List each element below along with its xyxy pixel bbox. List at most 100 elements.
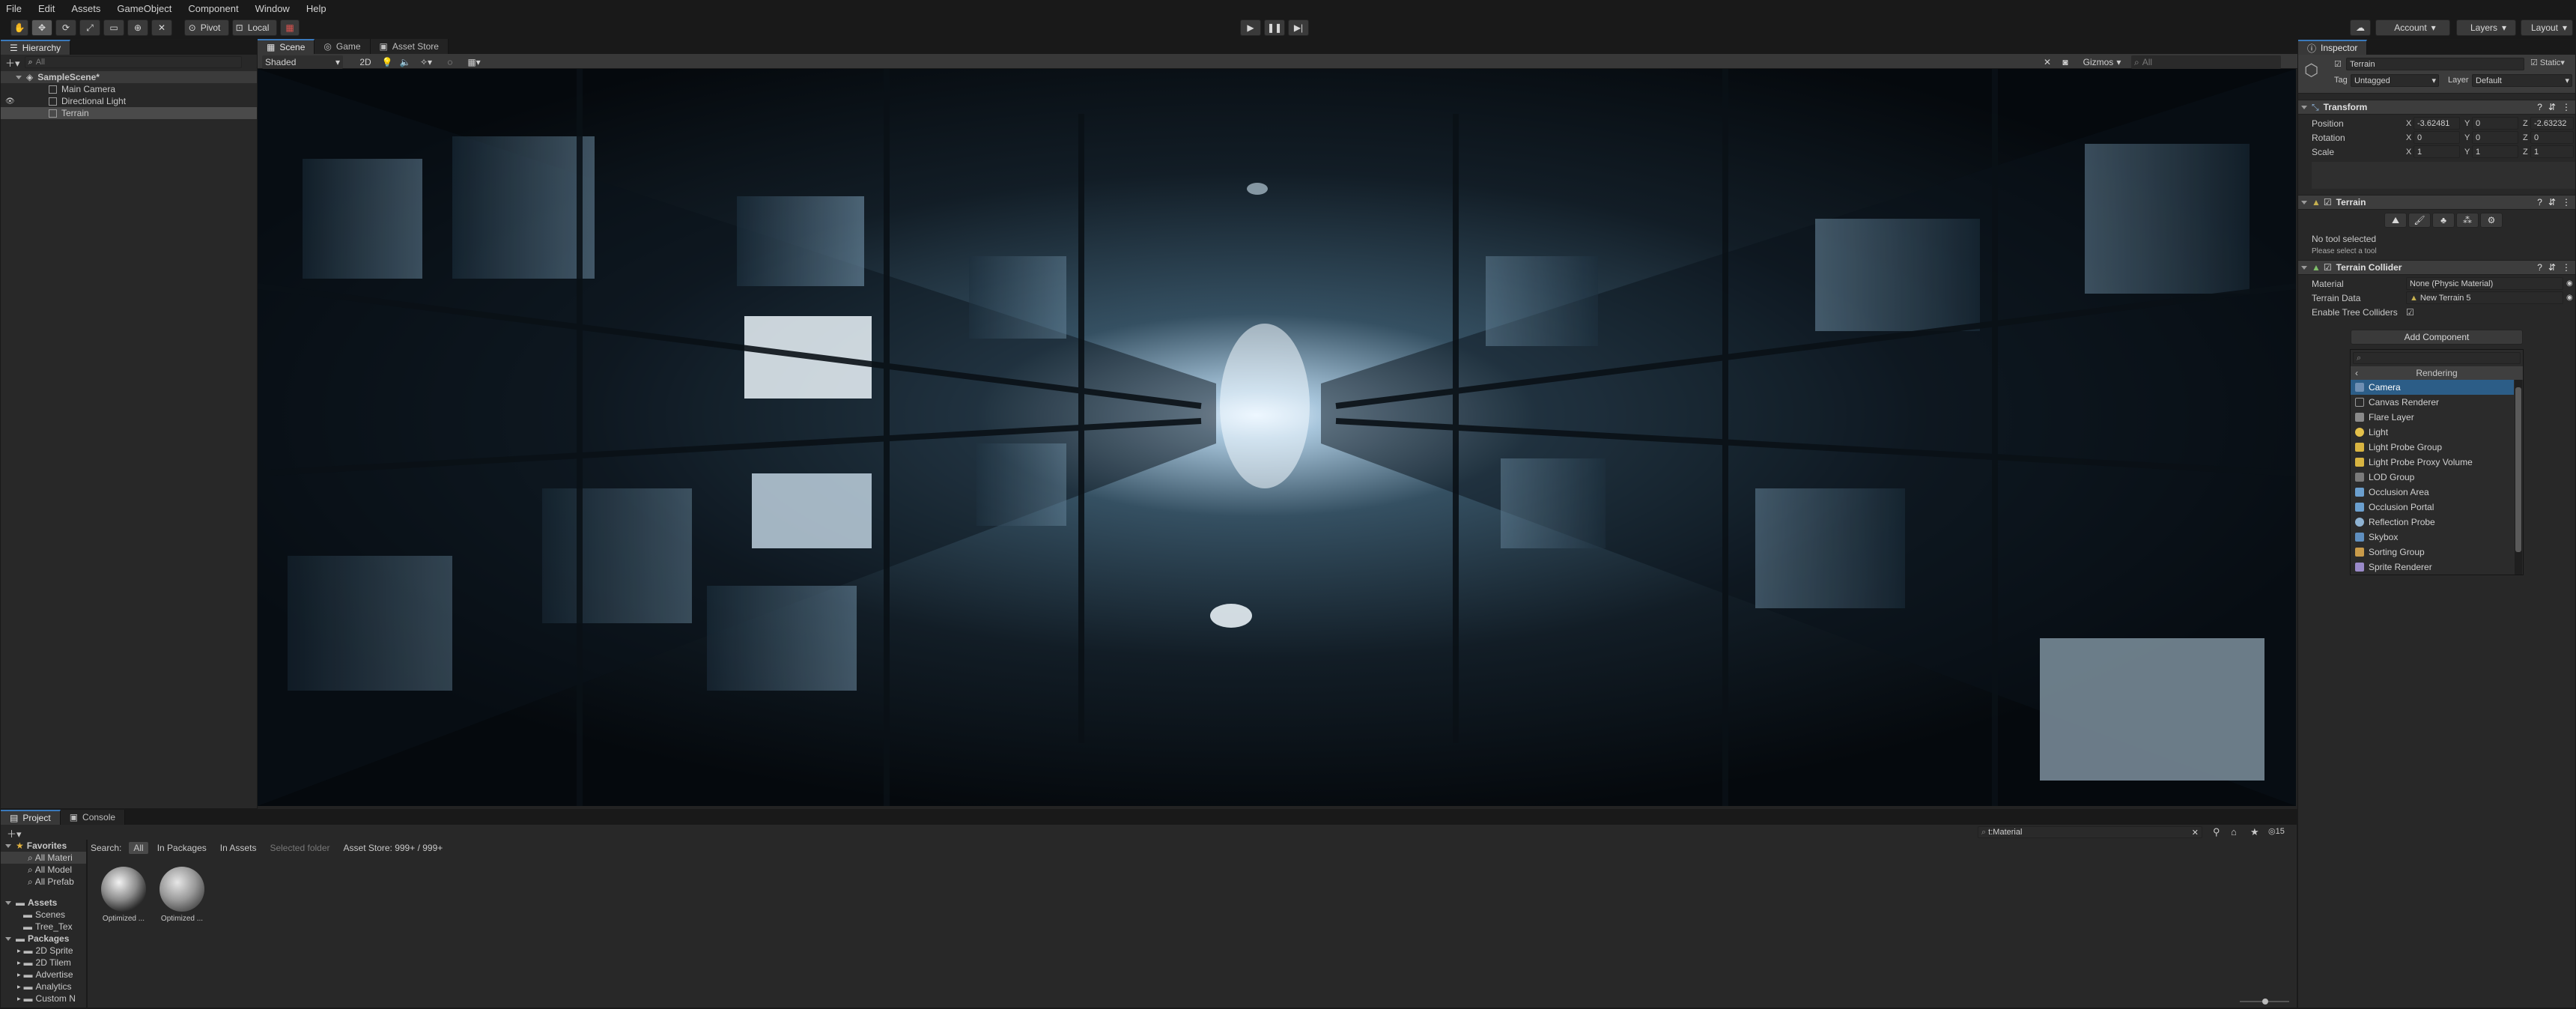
terrain-paint-button[interactable]: 🖌	[2408, 213, 2431, 228]
enabled-checkbox[interactable]: ☑	[2324, 262, 2332, 273]
add-component-button[interactable]: Add Component	[2351, 330, 2523, 345]
hand-tool-button[interactable]: ✋	[10, 19, 28, 36]
clear-icon[interactable]: ✕	[2192, 828, 2199, 837]
list-item[interactable]: Camera	[2351, 380, 2514, 395]
layout-dropdown[interactable]: Layout ▾	[2521, 19, 2573, 36]
menu-help[interactable]: Help	[306, 3, 326, 14]
gizmos-dropdown[interactable]: Gizmos ▾	[2077, 55, 2127, 69]
list-item[interactable]: Occlusion Portal	[2351, 500, 2514, 515]
local-toggle[interactable]: ⊡ Local	[232, 19, 277, 36]
preset-icon[interactable]: ⇵	[2548, 102, 2556, 112]
rotation-x-field[interactable]: 0	[2414, 131, 2460, 144]
rotation-y-field[interactable]: 0	[2472, 131, 2518, 144]
assets-row[interactable]: ▬ Assets	[1, 897, 86, 909]
tab-asset-store[interactable]: ▣ Asset Store	[370, 39, 449, 54]
help-icon[interactable]: ?	[2537, 197, 2542, 207]
menu-icon[interactable]: ⋮	[2562, 262, 2571, 273]
list-item[interactable]: Terrain	[1, 107, 257, 119]
step-button[interactable]: ▶|	[1288, 19, 1309, 36]
list-item[interactable]: ⌕ All Prefab	[1, 876, 86, 888]
add-icon[interactable]: ＋▾	[7, 826, 22, 840]
terrain-data-field[interactable]: ▲ New Terrain 5	[2406, 291, 2563, 304]
list-item[interactable]: Sorting Group	[2351, 545, 2514, 560]
terrain-raise-button[interactable]: ⛰	[2384, 213, 2407, 228]
scope-asset-store[interactable]: Asset Store: 999+ / 999+	[339, 842, 448, 854]
menu-edit[interactable]: Edit	[38, 3, 55, 14]
layer-dropdown[interactable]: Default ▾	[2472, 74, 2572, 87]
component-search-input[interactable]: ⌕	[2353, 352, 2521, 364]
scene-viewport[interactable]	[258, 69, 2296, 806]
dropdown-category-header[interactable]: ‹ Rendering	[2351, 366, 2523, 380]
project-search-input[interactable]: ⌕ t:Material ✕	[1978, 826, 2202, 838]
menu-file[interactable]: File	[6, 3, 22, 14]
list-item[interactable]: Main Camera	[1, 83, 257, 95]
list-item[interactable]: Sprite Renderer	[2351, 560, 2514, 575]
menu-component[interactable]: Component	[188, 3, 238, 14]
tools-toggle[interactable]: ✕	[2040, 55, 2055, 69]
terrain-collider-header[interactable]: ▲ ☑ Terrain Collider ? ⇵ ⋮	[2298, 260, 2575, 275]
object-picker-icon[interactable]: ◉	[2566, 279, 2573, 288]
hidden-packages-icon[interactable]: ◎15	[2268, 826, 2285, 836]
scrollbar-thumb[interactable]	[2515, 387, 2521, 552]
preset-icon[interactable]: ⇵	[2548, 262, 2556, 273]
layers-dropdown[interactable]: Layers ▾	[2456, 19, 2516, 36]
scene-search-input[interactable]: ⌕ All	[2131, 55, 2281, 69]
shading-mode-dropdown[interactable]: Shaded ▾	[262, 55, 343, 69]
menu-gameobject[interactable]: GameObject	[117, 3, 171, 14]
preset-icon[interactable]: ⇵	[2548, 197, 2556, 207]
terrain-tree-button[interactable]: ♣	[2432, 213, 2455, 228]
help-icon[interactable]: ?	[2537, 262, 2542, 273]
scale-tool-button[interactable]: ⤢	[79, 19, 100, 36]
position-z-field[interactable]: -2.63232	[2530, 117, 2574, 130]
list-item[interactable]: ⌕ All Model	[1, 864, 86, 876]
rotate-tool-button[interactable]: ⟳	[55, 19, 76, 36]
menu-assets[interactable]: Assets	[71, 3, 100, 14]
tab-game[interactable]: ◎ Game	[315, 39, 371, 54]
scope-in-packages[interactable]: In Packages	[153, 842, 211, 854]
list-item[interactable]: Light Probe Proxy Volume	[2351, 455, 2514, 470]
transform-header[interactable]: ⤡ Transform ? ⇵ ⋮	[2298, 100, 2575, 115]
position-y-field[interactable]: 0	[2472, 117, 2518, 130]
scene-row[interactable]: ◈ SampleScene*	[1, 71, 257, 83]
list-item[interactable]: Flare Layer	[2351, 410, 2514, 425]
position-x-field[interactable]: -3.62481	[2414, 117, 2460, 130]
scale-z-field[interactable]: 1	[2530, 145, 2574, 158]
tab-project[interactable]: ▤ Project	[1, 810, 61, 825]
list-item[interactable]: ▸ ▬ 2D Tilem	[1, 957, 86, 969]
list-item[interactable]: ▬ Tree_Tex	[1, 921, 86, 933]
filter-label-icon[interactable]: ⌂	[2231, 826, 2237, 837]
list-item[interactable]: Light	[2351, 425, 2514, 440]
audio-toggle[interactable]: 🔈	[397, 55, 413, 69]
object-name-input[interactable]: Terrain	[2346, 58, 2524, 70]
list-item[interactable]: ▬ Scenes	[1, 909, 86, 921]
cloud-button[interactable]: ☁	[2350, 19, 2371, 36]
tab-console[interactable]: ▣ Console	[60, 810, 126, 825]
move-tool-button[interactable]: ✥	[31, 19, 52, 36]
transform-tool-button[interactable]: ⊕	[127, 19, 148, 36]
material-asset-tile[interactable]: Optimized ...	[100, 867, 148, 923]
hierarchy-search-input[interactable]: ⌕ All	[24, 56, 242, 68]
list-item[interactable]: 👁 Directional Light	[1, 95, 257, 107]
enabled-checkbox[interactable]: ☑	[2324, 197, 2332, 207]
grid-snap-button[interactable]: ▦	[280, 19, 300, 36]
pause-button[interactable]: ❚❚	[1264, 19, 1285, 36]
active-checkbox[interactable]: ☑	[2334, 59, 2342, 69]
list-item[interactable]: Skybox	[2351, 530, 2514, 545]
list-item[interactable]: ▸ ▬ Advertise	[1, 969, 86, 981]
rect-tool-button[interactable]: ▭	[103, 19, 124, 36]
effects-dropdown[interactable]: ✧▾	[415, 55, 437, 69]
list-item[interactable]: ⌕ All Materi	[1, 852, 86, 864]
list-item[interactable]: ▸ ▬ 2D Sprite	[1, 945, 86, 957]
terrain-detail-button[interactable]: ⁂	[2456, 213, 2479, 228]
camera-settings-button[interactable]: ◙	[2058, 55, 2073, 69]
grid-dropdown[interactable]: ▦▾	[463, 55, 485, 69]
rotation-z-field[interactable]: 0	[2530, 131, 2574, 144]
tab-inspector[interactable]: ⓘ Inspector	[2298, 40, 2368, 55]
icon-size-slider[interactable]	[2240, 999, 2289, 1005]
list-item[interactable]: ▸ ▬ Analytics	[1, 981, 86, 993]
pivot-toggle[interactable]: ⊙ Pivot	[184, 19, 229, 36]
scope-all[interactable]: All	[129, 842, 148, 854]
tab-hierarchy[interactable]: ☰ Hierarchy	[1, 40, 71, 55]
tab-scene[interactable]: ▦ Scene	[258, 39, 315, 54]
menu-icon[interactable]: ⋮	[2562, 197, 2571, 207]
